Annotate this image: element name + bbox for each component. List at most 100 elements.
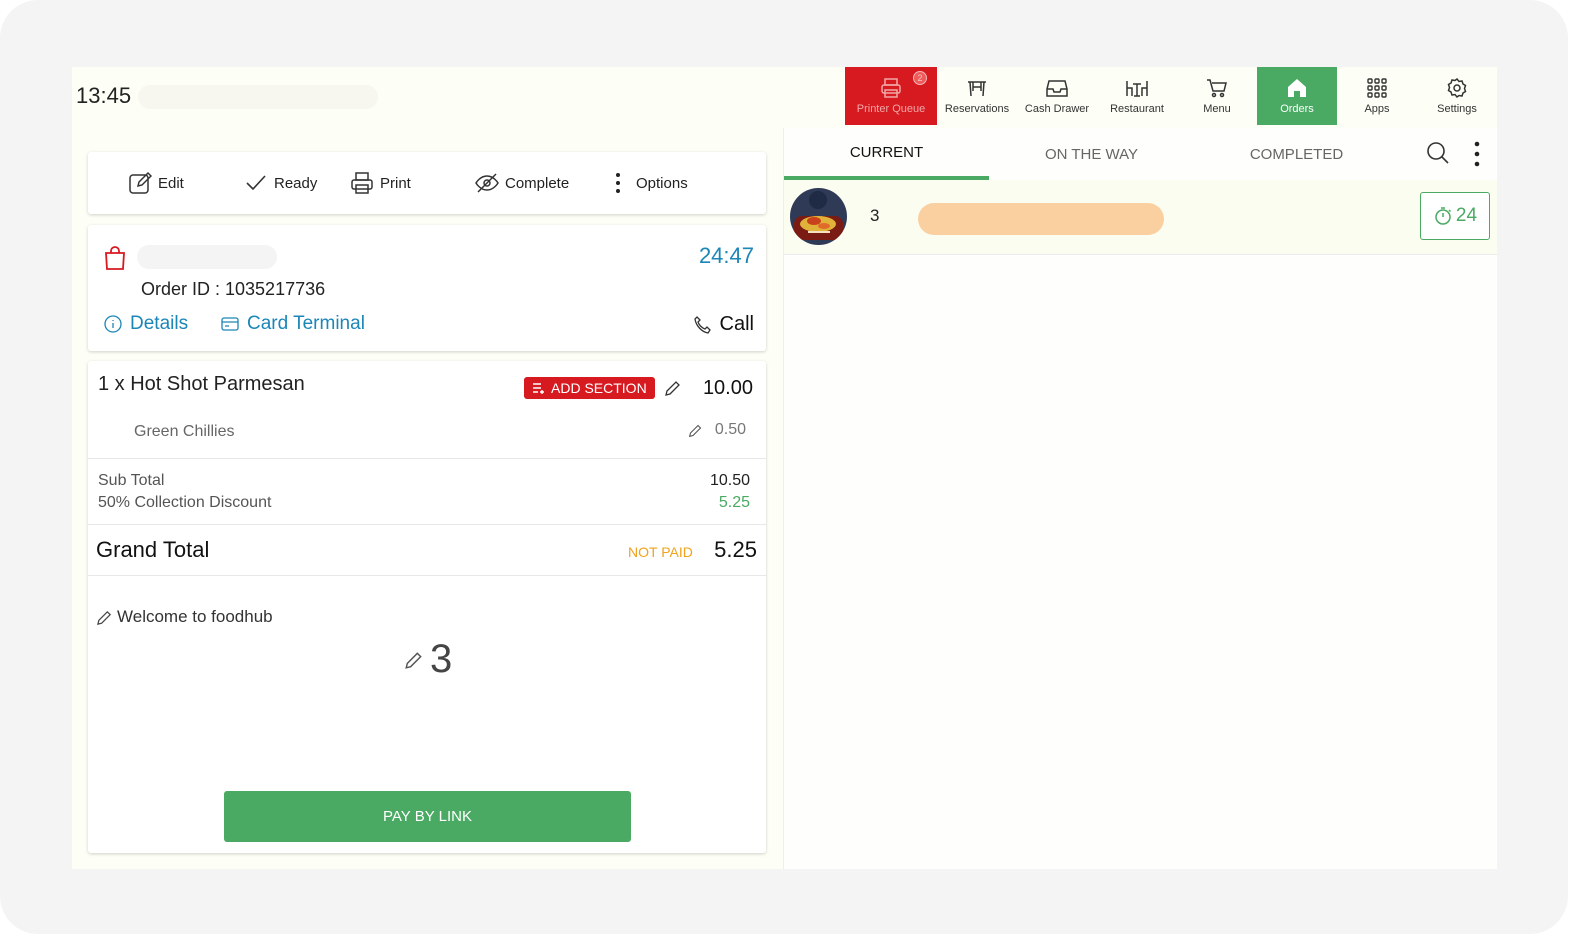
search-icon[interactable] xyxy=(1426,141,1450,165)
complete-button[interactable]: Complete xyxy=(475,171,569,195)
edit-label: Edit xyxy=(158,174,184,192)
nav-cash-drawer[interactable]: Cash Drawer xyxy=(1017,67,1097,125)
modifier-price: 0.50 xyxy=(714,421,746,438)
options-label: Options xyxy=(636,174,688,192)
order-items-card: 1 x Hot Shot Parmesan ADD SECTION 10.00 … xyxy=(88,361,766,853)
add-section-button[interactable]: ADD SECTION xyxy=(524,377,655,399)
customer-name-placeholder xyxy=(137,245,277,269)
divider xyxy=(88,458,766,459)
complete-label: Complete xyxy=(505,174,570,192)
restaurant-icon xyxy=(1126,81,1148,97)
ready-label: Ready xyxy=(274,174,318,192)
nav-settings[interactable]: Settings xyxy=(1417,67,1497,125)
nav-orders[interactable]: Orders xyxy=(1257,67,1337,125)
cash-drawer-icon xyxy=(1046,80,1068,97)
apps-grid-icon xyxy=(1367,78,1387,98)
pencil-icon xyxy=(97,610,112,625)
nav-restaurant-label: Restaurant xyxy=(1110,103,1164,115)
nav-apps[interactable]: Apps xyxy=(1337,67,1417,125)
tab-completed[interactable]: COMPLETED xyxy=(1194,128,1399,180)
covers-value: 3 xyxy=(430,637,453,681)
top-nav: Printer Queue 2 Reservations Cash Drawer… xyxy=(845,67,1497,125)
info-icon xyxy=(104,315,122,333)
home-icon xyxy=(1288,79,1306,97)
ready-button[interactable]: Ready xyxy=(244,171,317,195)
pencil-icon xyxy=(405,651,422,669)
gear-icon xyxy=(1447,77,1467,99)
divider xyxy=(88,524,766,525)
item-name: 1 x Hot Shot Parmesan xyxy=(98,373,305,395)
nav-apps-label: Apps xyxy=(1364,103,1390,115)
order-id: Order ID : 1035217736 xyxy=(141,279,326,299)
pencil-icon[interactable] xyxy=(664,379,682,397)
order-elapsed-timer: 24 xyxy=(1420,192,1490,240)
details-label: Details xyxy=(130,313,189,334)
nav-reservations[interactable]: Reservations xyxy=(937,67,1017,125)
table-icon xyxy=(968,81,986,97)
nav-menu-label: Menu xyxy=(1203,103,1231,115)
printer-queue-badge: 2 xyxy=(913,71,927,85)
pay-by-link-button[interactable]: PAY BY LINK xyxy=(224,791,631,842)
modifier-name: Green Chillies xyxy=(134,423,235,440)
pos-screen: 13:45 Printer Queue 2 Reservations Cash … xyxy=(72,67,1497,869)
order-customer-placeholder xyxy=(918,203,1164,235)
orders-panel: CURRENT ON THE WAY COMPLETED 3 24 xyxy=(783,128,1497,869)
check-icon xyxy=(246,175,266,191)
order-timer: 24:47 xyxy=(698,243,754,268)
edit-button[interactable]: Edit xyxy=(128,171,184,195)
sub-total-label: Sub Total xyxy=(98,472,165,489)
nav-menu[interactable]: Menu xyxy=(1177,67,1257,125)
divider xyxy=(88,575,766,576)
nav-orders-label: Orders xyxy=(1280,103,1314,115)
tab-on-the-way[interactable]: ON THE WAY xyxy=(989,128,1194,180)
nav-cash-drawer-label: Cash Drawer xyxy=(1024,103,1090,115)
nav-printer-queue[interactable]: Printer Queue 2 xyxy=(845,67,937,125)
shopping-bag-icon xyxy=(105,246,125,270)
order-tabs: CURRENT ON THE WAY COMPLETED xyxy=(784,128,1497,180)
print-label: Print xyxy=(380,174,411,192)
device-frame: 13:45 Printer Queue 2 Reservations Cash … xyxy=(0,0,1568,934)
grand-total-label: Grand Total xyxy=(96,537,210,562)
phone-icon xyxy=(693,315,711,334)
order-avatar xyxy=(790,188,847,245)
more-options-icon[interactable] xyxy=(1472,140,1482,168)
stopwatch-icon xyxy=(1435,207,1451,225)
grand-total-value: 5.25 xyxy=(714,537,757,562)
order-info-card: 24:47 Order ID : 1035217736 Details Card… xyxy=(88,225,766,351)
card-icon xyxy=(221,317,239,331)
eye-off-icon xyxy=(475,173,499,193)
order-note[interactable]: Welcome to foodhub xyxy=(96,607,273,627)
order-list-row[interactable]: 3 24 xyxy=(784,180,1497,255)
card-terminal-link[interactable]: Card Terminal xyxy=(221,313,365,335)
options-button[interactable]: Options xyxy=(606,171,688,195)
covers-count[interactable]: 3 xyxy=(404,637,452,682)
item-price: 10.00 xyxy=(702,377,753,399)
order-number: 3 xyxy=(870,206,880,225)
edit-icon xyxy=(129,171,152,194)
discount-label: 50% Collection Discount xyxy=(98,494,272,511)
nav-reservations-label: Reservations xyxy=(944,103,1010,115)
pencil-icon[interactable] xyxy=(688,423,703,438)
printer-icon xyxy=(881,78,901,98)
add-section-label: ADD SECTION xyxy=(551,380,647,396)
sub-total-value: 10.50 xyxy=(709,472,750,489)
nav-settings-label: Settings xyxy=(1437,103,1477,115)
details-link[interactable]: Details xyxy=(104,313,188,335)
order-note-text: Welcome to foodhub xyxy=(117,607,273,626)
call-button[interactable]: Call xyxy=(693,313,754,336)
nav-restaurant[interactable]: Restaurant xyxy=(1097,67,1177,125)
cart-icon xyxy=(1207,79,1227,98)
call-label: Call xyxy=(719,313,754,335)
order-toolbar: Edit Ready Print Complete Options xyxy=(88,152,766,214)
printer-icon xyxy=(351,172,373,194)
print-button[interactable]: Print xyxy=(350,171,411,195)
clock: 13:45 xyxy=(76,83,132,108)
header-placeholder xyxy=(138,85,378,109)
payment-status: NOT PAID xyxy=(628,544,693,560)
tab-current[interactable]: CURRENT xyxy=(784,128,989,180)
discount-value: 5.25 xyxy=(718,494,750,511)
card-terminal-label: Card Terminal xyxy=(247,313,365,334)
kebab-icon xyxy=(616,173,620,193)
add-list-icon xyxy=(533,383,544,394)
nav-printer-queue-label: Printer Queue xyxy=(856,103,926,115)
